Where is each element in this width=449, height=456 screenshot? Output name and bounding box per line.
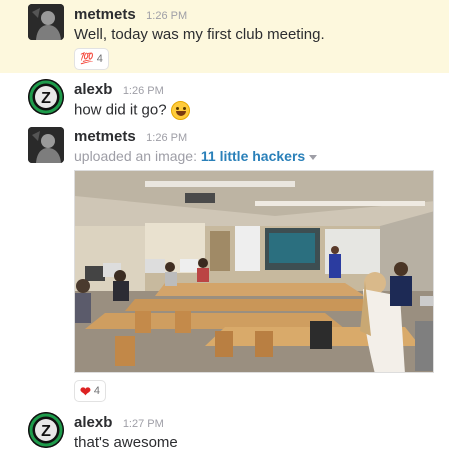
avatar-metmets[interactable] — [28, 127, 64, 163]
grinning-face-icon — [170, 101, 190, 120]
timestamp[interactable]: 1:27 PM — [123, 418, 164, 430]
upload-line: uploaded an image: 11 little hackers — [74, 148, 318, 164]
avatar-alexb[interactable]: Z — [28, 79, 64, 115]
hundred-points-icon: 💯 — [80, 52, 94, 65]
message-alexb-1: Z alexb 1:26 PM how did it go? — [0, 73, 449, 121]
message-metmets-1: metmets 1:26 PM Well, today was my first… — [0, 0, 449, 73]
timestamp[interactable]: 1:26 PM — [146, 10, 187, 22]
reaction-hundred[interactable]: 💯 4 — [74, 48, 109, 70]
reaction-heart[interactable]: ❤ 4 — [74, 380, 107, 402]
svg-text:Z: Z — [41, 90, 51, 107]
avatar-alexb[interactable]: Z — [28, 412, 64, 448]
reaction-count: 4 — [96, 53, 103, 65]
svg-text:Z: Z — [41, 423, 51, 440]
avatar-metmets[interactable] — [28, 4, 64, 40]
timestamp[interactable]: 1:26 PM — [146, 132, 187, 144]
message-text: that's awesome — [74, 434, 178, 451]
message-alexb-2: Z alexb 1:27 PM that's awesome — [0, 406, 449, 456]
timestamp[interactable]: 1:26 PM — [123, 85, 164, 97]
upload-title-link[interactable]: 11 little hackers — [201, 148, 305, 164]
heart-icon: ❤ — [80, 383, 91, 399]
username[interactable]: alexb — [74, 81, 112, 98]
uploaded-image[interactable] — [74, 170, 434, 373]
chevron-down-icon[interactable] — [309, 154, 318, 160]
message-text: Well, today was my first club meeting. — [74, 26, 325, 43]
username[interactable]: alexb — [74, 414, 112, 431]
username[interactable]: metmets — [74, 6, 136, 23]
upload-prefix: uploaded an image: — [74, 148, 197, 164]
reaction-count: 4 — [93, 385, 101, 397]
message-line: how did it go? — [74, 101, 190, 120]
username[interactable]: metmets — [74, 128, 136, 145]
message-text: how did it go? — [74, 101, 167, 119]
